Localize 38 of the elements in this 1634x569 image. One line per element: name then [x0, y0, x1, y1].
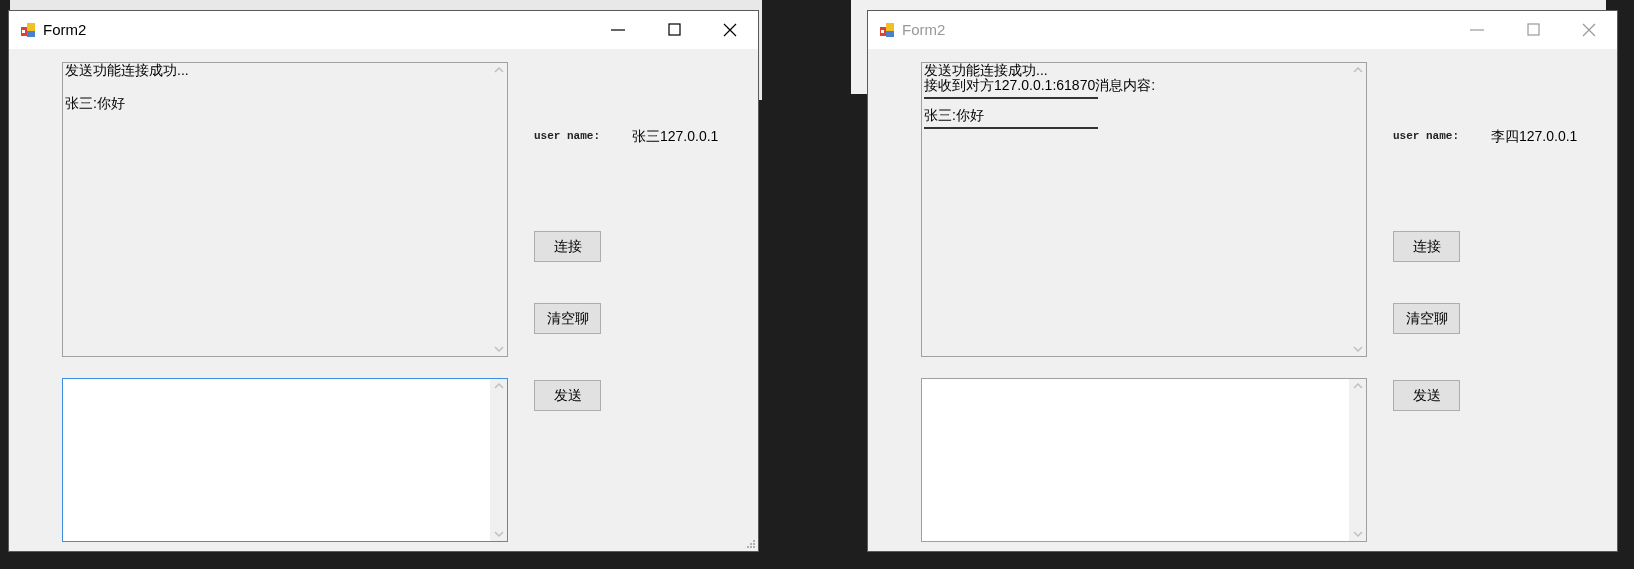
close-icon	[722, 22, 738, 38]
scroll-down-icon[interactable]	[1352, 346, 1363, 352]
minimize-icon	[611, 29, 625, 31]
action-button[interactable]: 连接	[534, 231, 601, 262]
user-name-value: 李四127.0.0.1	[1491, 126, 1578, 146]
chat-message: 发送功能连接成功...	[65, 63, 190, 78]
scroll-bar[interactable]	[1349, 379, 1366, 541]
message-input-field[interactable]	[921, 378, 1367, 542]
resize-grip-icon[interactable]	[747, 540, 756, 549]
close-icon	[1581, 22, 1597, 38]
user-name-value: 张三127.0.0.1	[632, 126, 719, 146]
maximize-icon	[1525, 22, 1541, 38]
user-name-label: user name:	[534, 128, 601, 144]
scroll-up-icon[interactable]	[1352, 67, 1363, 73]
scroll-up-icon[interactable]	[1352, 383, 1363, 389]
app-icon	[20, 22, 36, 38]
scroll-down-icon[interactable]	[1352, 531, 1363, 537]
action-button[interactable]: 连接	[1393, 231, 1460, 262]
maximize-icon	[666, 22, 682, 38]
scroll-up-icon[interactable]	[493, 67, 504, 73]
scroll-bar[interactable]	[490, 379, 507, 541]
user-name-label: user name:	[1393, 128, 1460, 144]
action-button[interactable]: 清空聊	[534, 303, 601, 334]
scroll-down-icon[interactable]	[493, 346, 504, 352]
app-icon	[879, 22, 895, 38]
chat-message: 张三:你好	[65, 96, 126, 111]
minimize-icon	[1470, 29, 1484, 31]
chat-message: 接收到对方127.0.0.1:61870消息内容:	[924, 78, 1157, 93]
chat-message: 发送功能连接成功...	[924, 63, 1049, 78]
chat-message: 张三:你好	[924, 108, 985, 123]
action-button[interactable]: 发送	[534, 380, 601, 411]
window-title: Form2	[902, 19, 946, 40]
window-title: Form2	[43, 19, 87, 40]
action-button[interactable]: 发送	[1393, 380, 1460, 411]
scroll-down-icon[interactable]	[493, 531, 504, 537]
action-button[interactable]: 清空聊	[1393, 303, 1460, 334]
scroll-up-icon[interactable]	[493, 383, 504, 389]
message-input-field[interactable]	[62, 378, 508, 542]
